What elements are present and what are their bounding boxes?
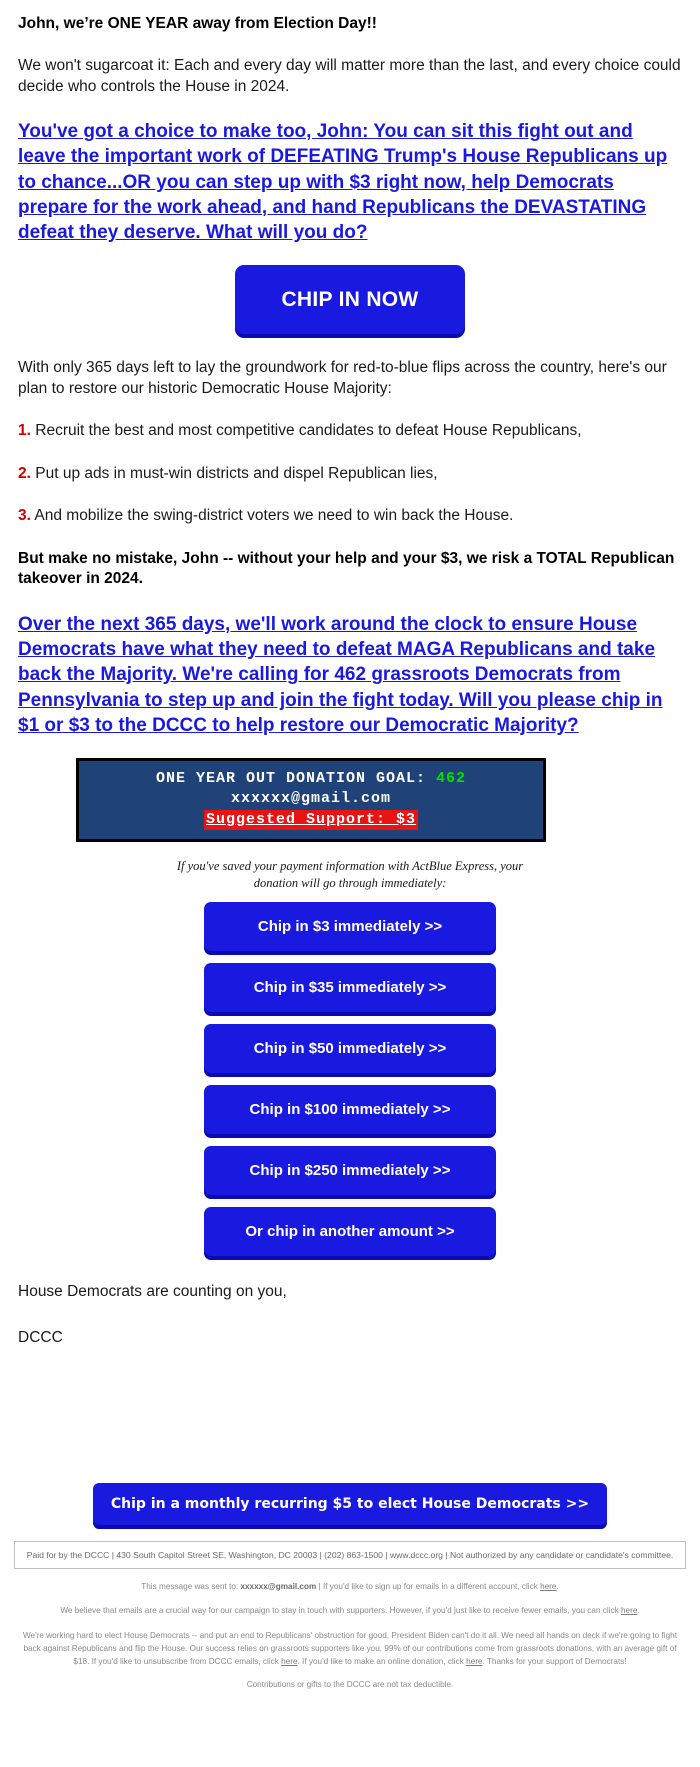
choice-link-paragraph: You've got a choice to make too, John: Y… (18, 119, 682, 245)
donate-amount-button-3[interactable]: Chip in $3 immediately >> (204, 901, 496, 951)
plan-item-text: Put up ads in must-win districts and dis… (35, 464, 438, 482)
different-account-link[interactable]: here (540, 1582, 556, 1591)
plan-list-item: 1. Recruit the best and most competitive… (18, 421, 682, 441)
plan-item-number: 2. (18, 464, 31, 482)
tax-note: Contributions or gifts to the DCCC are n… (246, 1680, 454, 1690)
main-cta-container: CHIP IN NOW (18, 265, 682, 335)
sent-to-email: xxxxxx@gmail.com (240, 1582, 317, 1592)
plan-item-text: And mobilize the swing-district voters w… (34, 507, 514, 525)
goal-value: 462 (436, 770, 467, 788)
donate-amount-button-250[interactable]: Chip in $250 immediately >> (204, 1145, 496, 1195)
unsubscribe-link[interactable]: here (281, 1657, 297, 1666)
choice-donate-link[interactable]: You've got a choice to make too, John: Y… (18, 121, 667, 243)
warning-paragraph: But make no mistake, John -- without you… (18, 549, 675, 588)
goal-label: ONE YEAR OUT DONATION GOAL: (155, 770, 426, 788)
suggested-support-badge: Suggested Support: $3 (203, 809, 419, 830)
email-body: John, we’re ONE YEAR away from Election … (0, 0, 700, 1767)
fewer-emails-line: We believe that emails are a crucial way… (60, 1606, 640, 1616)
fewer-emails-text: We believe that emails are a crucial way… (60, 1606, 621, 1616)
donate-amount-button-50[interactable]: Chip in $50 immediately >> (204, 1023, 496, 1073)
fewer-emails-link[interactable]: here (621, 1606, 637, 1615)
plan-list-item: 3. And mobilize the swing-district voter… (18, 506, 682, 526)
intro-paragraph: We won't sugarcoat it: Each and every da… (18, 57, 681, 95)
sent-to-line: This message was sent to: xxxxxx@gmail.c… (141, 1582, 559, 1592)
signoff-line: House Democrats are counting on you, (18, 1282, 287, 1300)
goal-email-address: xxxxxx@gmail.com (230, 790, 392, 808)
donate-amount-button-100[interactable]: Chip in $100 immediately >> (204, 1084, 496, 1134)
donate-amount-button-35[interactable]: Chip in $35 immediately >> (204, 962, 496, 1012)
chip-in-now-button[interactable]: CHIP IN NOW (235, 265, 465, 335)
sent-to-prefix: This message was sent to: (141, 1582, 241, 1592)
online-donation-link[interactable]: here (466, 1657, 482, 1666)
plan-list: 1. Recruit the best and most competitive… (18, 421, 682, 526)
sent-to-suffix: | If you'd like to sign up for emails in… (316, 1582, 541, 1592)
plan-intro-paragraph: With only 365 days left to lay the groun… (18, 359, 667, 397)
email-content: John, we’re ONE YEAR away from Election … (0, 0, 700, 1525)
plan-list-item: 2. Put up ads in must-win districts and … (18, 464, 682, 484)
paid-for-disclaimer: Paid for by the DCCC | 430 South Capitol… (14, 1540, 686, 1570)
long-fineprint-paragraph: We're working hard to elect House Democr… (22, 1629, 678, 1668)
email-headline: John, we’re ONE YEAR away from Election … (18, 15, 377, 32)
long-fineprint-c: . Thanks for your support of Democrats! (482, 1657, 627, 1667)
monthly-cta-container: Chip in a monthly recurring $5 to elect … (18, 1482, 682, 1525)
donation-amount-buttons: Chip in $3 immediately >> Chip in $35 im… (18, 901, 682, 1256)
second-donate-link[interactable]: Over the next 365 days, we'll work aroun… (18, 614, 663, 736)
bottom-spacer (18, 1371, 682, 1483)
plan-item-text: Recruit the best and most competitive ca… (35, 422, 582, 440)
second-link-paragraph: Over the next 365 days, we'll work aroun… (18, 612, 682, 738)
donation-goal-box: ONE YEAR OUT DONATION GOAL: 462 xxxxxx@g… (76, 758, 546, 842)
donate-amount-button-other[interactable]: Or chip in another amount >> (204, 1206, 496, 1256)
monthly-recurring-button[interactable]: Chip in a monthly recurring $5 to elect … (92, 1482, 608, 1525)
plan-item-number: 1. (18, 422, 31, 440)
plan-item-number: 3. (18, 507, 31, 525)
actblue-express-note: If you've saved your payment information… (176, 858, 524, 890)
long-fineprint-b: . If you'd like to make an online donati… (297, 1657, 467, 1667)
signature: DCCC (18, 1329, 63, 1347)
